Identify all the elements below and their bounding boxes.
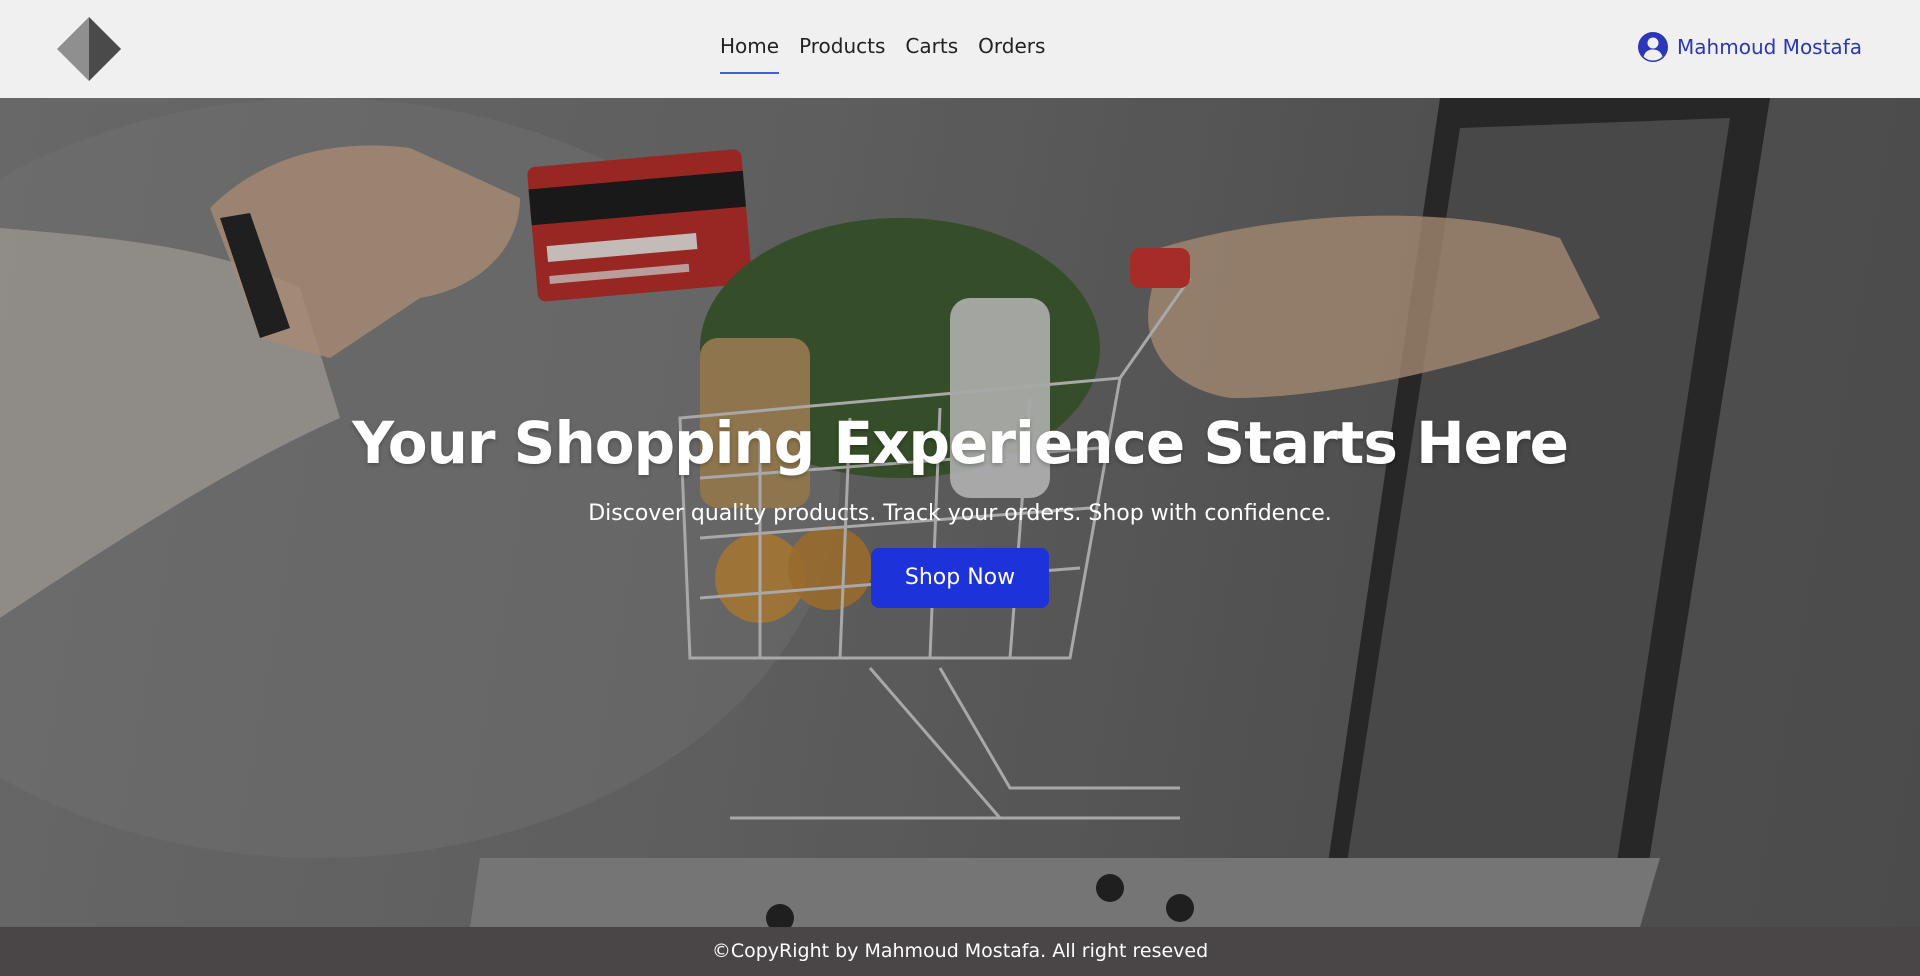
nav-carts[interactable]: Carts bbox=[905, 34, 958, 74]
main-nav: Home Products Carts Orders bbox=[720, 34, 1045, 74]
copyright-text: ©CopyRight by Mahmoud Mostafa. All right… bbox=[711, 940, 1209, 962]
footer: ©CopyRight by Mahmoud Mostafa. All right… bbox=[0, 927, 1920, 976]
nav-home[interactable]: Home bbox=[720, 34, 780, 74]
user-name: Mahmoud Mostafa bbox=[1677, 35, 1862, 59]
user-profile-link[interactable]: Mahmoud Mostafa bbox=[1637, 31, 1862, 63]
hero-subtitle: Discover quality products. Track your or… bbox=[588, 501, 1332, 526]
hero-content: Your Shopping Experience Starts Here Dis… bbox=[0, 408, 1920, 608]
hero-title: Your Shopping Experience Starts Here bbox=[352, 409, 1569, 477]
diamond-logo-icon[interactable] bbox=[57, 17, 121, 81]
nav-products[interactable]: Products bbox=[799, 34, 885, 74]
user-circle-icon bbox=[1638, 32, 1669, 62]
nav-orders[interactable]: Orders bbox=[978, 34, 1045, 74]
hero-section: Your Shopping Experience Starts Here Dis… bbox=[0, 98, 1920, 927]
shop-now-button[interactable]: Shop Now bbox=[871, 548, 1049, 608]
top-navbar: Home Products Carts Orders Mahmoud Mosta… bbox=[0, 0, 1920, 98]
